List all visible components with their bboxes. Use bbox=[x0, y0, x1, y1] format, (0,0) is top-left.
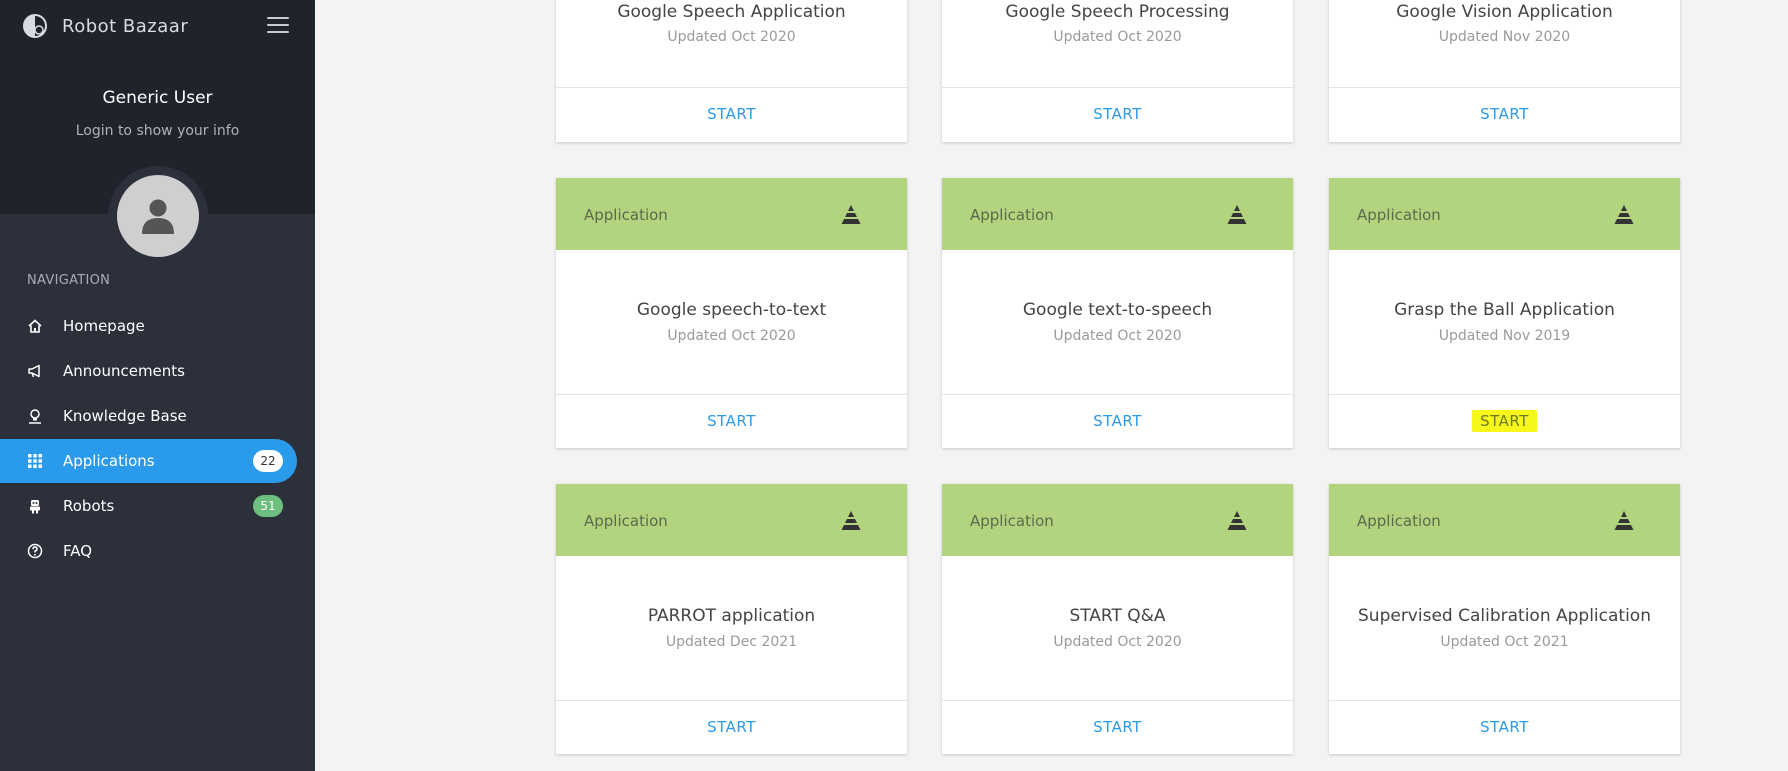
app-name: Robot Bazaar bbox=[62, 15, 189, 37]
nav-label: Announcements bbox=[63, 362, 185, 380]
start-button[interactable]: START bbox=[942, 88, 1293, 140]
applications-count-badge: 22 bbox=[253, 450, 283, 472]
card-title: Google speech-to-text bbox=[636, 300, 827, 320]
brand[interactable]: Robot Bazaar bbox=[22, 12, 188, 40]
nav-item-applications[interactable]: Applications 22 bbox=[0, 439, 297, 483]
card-header: Application bbox=[942, 484, 1293, 556]
start-label: START bbox=[1472, 410, 1537, 432]
card-type: Application bbox=[970, 206, 1054, 224]
card-type: Application bbox=[584, 512, 668, 530]
nav-heading: NAVIGATION bbox=[27, 273, 111, 288]
card-title: Google Speech Processing bbox=[1005, 2, 1230, 22]
grid-icon bbox=[28, 454, 42, 468]
start-label: START bbox=[707, 412, 756, 430]
robots-count-badge: 51 bbox=[253, 495, 283, 517]
home-icon bbox=[28, 319, 42, 333]
nav-label: Applications bbox=[63, 452, 155, 470]
lightbulb-icon bbox=[29, 409, 41, 424]
nav-label: FAQ bbox=[63, 542, 93, 560]
app-card-start-qa: Application START Q&A Updated Oct 2020 S… bbox=[942, 484, 1293, 754]
card-header: Application bbox=[556, 178, 907, 250]
nav-item-knowledge-base[interactable]: Knowledge Base bbox=[0, 394, 297, 438]
start-label: START bbox=[1093, 105, 1142, 123]
start-button[interactable]: START bbox=[942, 395, 1293, 447]
card-header: Application bbox=[1329, 484, 1680, 556]
start-label: START bbox=[707, 105, 756, 123]
start-button[interactable]: START bbox=[942, 701, 1293, 753]
card-type: Application bbox=[1357, 206, 1441, 224]
start-label: START bbox=[1093, 718, 1142, 736]
pyramid-icon bbox=[1227, 205, 1247, 224]
app-card-google-text-to-speech: Application Google text-to-speech Update… bbox=[942, 178, 1293, 448]
app-card-grasp-the-ball-application: Application Grasp the Ball Application U… bbox=[1329, 178, 1680, 448]
app-card-google-speech-application: Google Speech Application Updated Oct 20… bbox=[556, 0, 907, 142]
sidebar: Robot Bazaar Generic User Login to show … bbox=[0, 0, 315, 771]
user-name: Generic User bbox=[102, 88, 213, 108]
card-updated: Updated Dec 2021 bbox=[665, 634, 798, 650]
card-title: Grasp the Ball Application bbox=[1394, 300, 1615, 320]
nav-label: Robots bbox=[63, 497, 115, 515]
card-updated: Updated Oct 2020 bbox=[1053, 29, 1182, 45]
pyramid-icon bbox=[1227, 511, 1247, 530]
start-button-highlighted[interactable]: START bbox=[1329, 395, 1680, 447]
start-label: START bbox=[707, 718, 756, 736]
start-button[interactable]: START bbox=[556, 88, 907, 140]
robot-icon bbox=[30, 500, 40, 514]
card-header: Application bbox=[556, 484, 907, 556]
nav-item-robots[interactable]: Robots 51 bbox=[0, 484, 297, 528]
start-label: START bbox=[1093, 412, 1142, 430]
nav-item-homepage[interactable]: Homepage bbox=[0, 304, 297, 348]
start-button[interactable]: START bbox=[556, 395, 907, 447]
app-card-google-speech-to-text: Application Google speech-to-text Update… bbox=[556, 178, 907, 448]
card-type: Application bbox=[584, 206, 668, 224]
nav-label: Homepage bbox=[63, 317, 145, 335]
start-label: START bbox=[1480, 718, 1529, 736]
card-type: Application bbox=[1357, 512, 1441, 530]
start-button[interactable]: START bbox=[1329, 701, 1680, 753]
card-header: Application bbox=[942, 178, 1293, 250]
card-type: Application bbox=[970, 512, 1054, 530]
user-subtitle[interactable]: Login to show your info bbox=[0, 123, 315, 139]
nav-label: Knowledge Base bbox=[63, 407, 187, 425]
robot-bazaar-logo-icon bbox=[23, 14, 47, 38]
card-title: Google Speech Application bbox=[617, 2, 846, 22]
app-card-google-speech-processing: Google Speech Processing Updated Oct 202… bbox=[942, 0, 1293, 142]
card-title: START Q&A bbox=[1069, 606, 1166, 626]
start-button[interactable]: START bbox=[556, 701, 907, 753]
start-button[interactable]: START bbox=[1329, 88, 1680, 140]
card-title: Google Vision Application bbox=[1396, 2, 1613, 22]
card-updated: Updated Oct 2020 bbox=[1053, 328, 1182, 344]
app-card-parrot-application: Application PARROT application Updated D… bbox=[556, 484, 907, 754]
pyramid-icon bbox=[1614, 511, 1634, 530]
card-header: Application bbox=[1329, 178, 1680, 250]
card-updated: Updated Oct 2020 bbox=[1053, 634, 1182, 650]
card-updated: Updated Nov 2019 bbox=[1438, 328, 1571, 344]
question-icon bbox=[27, 543, 43, 559]
pyramid-icon bbox=[841, 511, 861, 530]
card-updated: Updated Oct 2021 bbox=[1440, 634, 1569, 650]
card-updated: Updated Oct 2020 bbox=[667, 29, 796, 45]
menu-toggle-icon[interactable] bbox=[267, 17, 289, 35]
app-card-supervised-calibration-application: Application Supervised Calibration Appli… bbox=[1329, 484, 1680, 754]
avatar[interactable] bbox=[117, 175, 199, 257]
card-title: Supervised Calibration Application bbox=[1358, 606, 1651, 626]
app-card-google-vision-application: Google Vision Application Updated Nov 20… bbox=[1329, 0, 1680, 142]
nav-item-announcements[interactable]: Announcements bbox=[0, 349, 297, 393]
card-title: PARROT application bbox=[647, 606, 816, 626]
megaphone-icon bbox=[28, 364, 40, 378]
pyramid-icon bbox=[841, 205, 861, 224]
card-title: Google text-to-speech bbox=[1022, 300, 1213, 320]
card-updated: Updated Oct 2020 bbox=[667, 328, 796, 344]
nav-item-faq[interactable]: FAQ bbox=[0, 529, 297, 573]
pyramid-icon bbox=[1614, 205, 1634, 224]
user-icon bbox=[142, 199, 174, 234]
card-updated: Updated Nov 2020 bbox=[1438, 29, 1571, 45]
start-label: START bbox=[1480, 105, 1529, 123]
